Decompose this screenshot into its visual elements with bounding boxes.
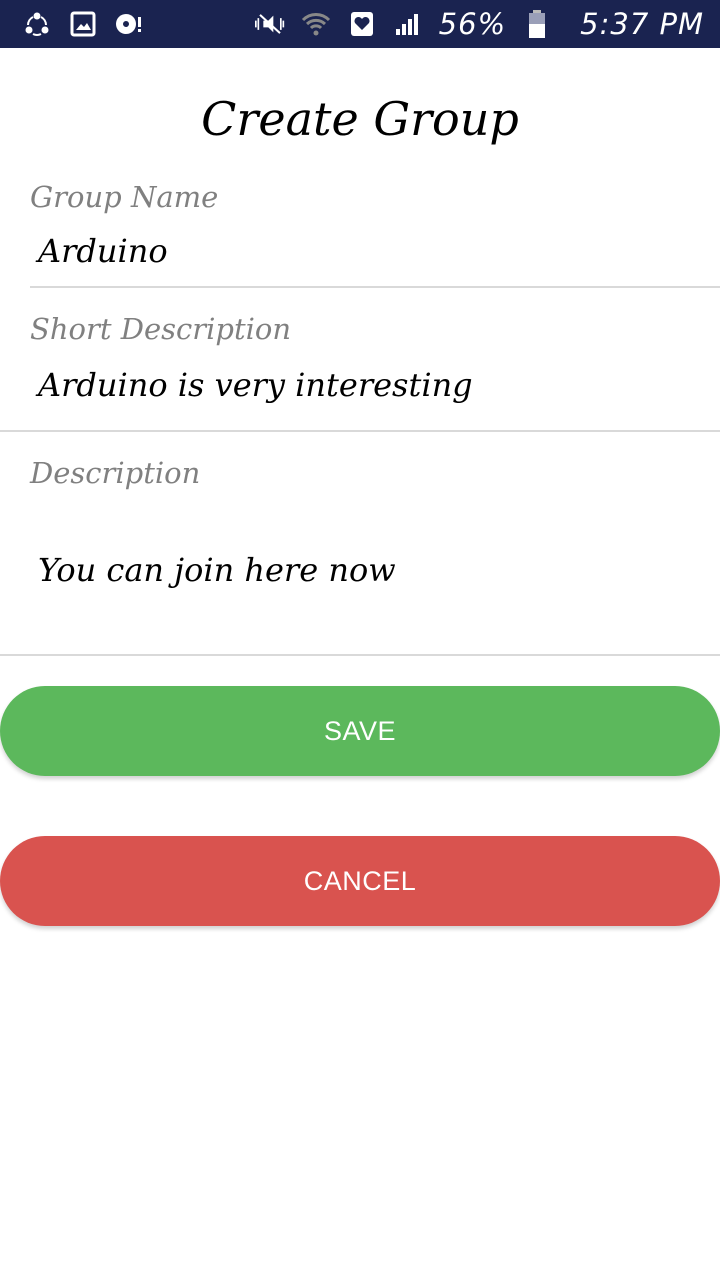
description-underline	[0, 654, 720, 656]
short-description-input[interactable]: Arduino is very interesting	[38, 366, 678, 404]
status-bar-right: 56% 5:37 PM	[254, 7, 704, 41]
status-bar-left	[22, 9, 144, 39]
status-bar: 56% 5:37 PM	[0, 0, 720, 48]
save-button[interactable]: SAVE	[0, 686, 720, 776]
heart-shield-icon	[347, 9, 377, 39]
short-description-underline	[0, 430, 720, 432]
description-label: Description	[30, 456, 201, 490]
signal-icon	[393, 9, 423, 39]
group-name-underline	[30, 286, 720, 288]
wifi-icon	[301, 9, 331, 39]
group-name-input[interactable]: Arduino	[38, 232, 678, 270]
sync-icon	[22, 9, 52, 39]
page-title: Create Group	[201, 92, 519, 146]
short-description-label: Short Description	[30, 312, 292, 346]
image-icon	[68, 9, 98, 39]
group-name-label: Group Name	[30, 180, 219, 214]
battery-icon	[522, 9, 552, 39]
description-input[interactable]: You can join here now	[38, 551, 678, 589]
mute-vibrate-icon	[254, 9, 285, 39]
media-icon	[114, 9, 144, 39]
cancel-button[interactable]: CANCEL	[0, 836, 720, 926]
battery-percent: 56%	[438, 7, 507, 41]
clock-time: 5:37 PM	[580, 7, 704, 41]
